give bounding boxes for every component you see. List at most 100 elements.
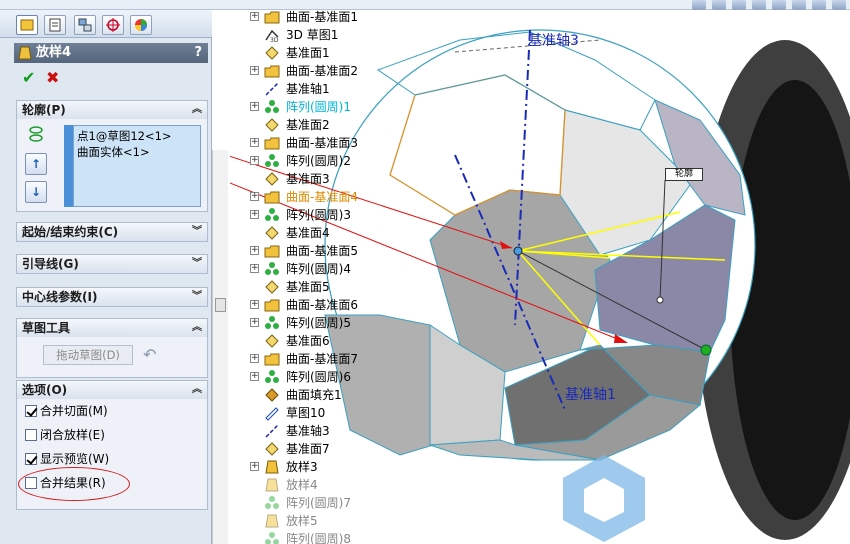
tree-node-label: 基准面7 — [286, 442, 330, 456]
tree-node-label: 基准面5 — [286, 280, 330, 294]
expand-icon[interactable]: + — [250, 12, 259, 21]
move-down-button[interactable]: ↓ — [25, 181, 47, 203]
expand-icon[interactable]: ︾ — [192, 223, 202, 241]
circular-pattern-icon — [264, 531, 280, 544]
selection-focus-bar — [64, 125, 73, 207]
tree-node-label: 曲面-基准面3 — [286, 136, 358, 150]
guide-curves-header[interactable]: 引导线(G) ︾ — [17, 255, 207, 273]
tree-node-label: 曲面填充1 — [286, 388, 342, 402]
checkbox-unchecked[interactable] — [25, 429, 37, 441]
sketch-tools-group: 草图工具 ︽ 拖动草图(D) ↶ — [16, 318, 208, 378]
crosshair-icon — [106, 18, 120, 32]
loft-icon — [264, 513, 280, 529]
option-label: 闭合放样(E) — [40, 428, 105, 442]
options-header[interactable]: 选项(O) ︽ — [17, 381, 207, 399]
tree-node-label: 阵列(圆周)4 — [286, 262, 351, 276]
guide-curves-title: 引导线(G) — [22, 257, 79, 271]
dimxpert-tab[interactable] — [102, 15, 124, 35]
start-end-constraints-group[interactable]: 起始/结束约束(C) ︾ — [16, 222, 208, 242]
expand-icon[interactable]: + — [250, 462, 259, 471]
tree-node-label: 曲面-基准面1 — [286, 10, 358, 24]
scrollbar-thumb[interactable] — [215, 298, 226, 312]
tree-node-label: 放样3 — [286, 460, 318, 474]
sketch-icon — [264, 405, 280, 421]
datum-axis-1-label: 基准轴1 — [565, 387, 616, 403]
property-manager: 放样4 ? ✔ ✖ 轮廓(P) ︽ ↑ ↓ 点1@草图12<1> 曲面实体<1>… — [0, 10, 212, 544]
collapse-icon[interactable]: ︽ — [192, 101, 202, 119]
expand-icon[interactable]: + — [250, 66, 259, 75]
centerline-header[interactable]: 中心线参数(I) ︾ — [17, 288, 207, 306]
expand-icon[interactable]: ︾ — [192, 288, 202, 306]
drag-sketch-button[interactable]: 拖动草图(D) — [43, 345, 133, 365]
plane-icon — [264, 45, 280, 61]
arrow-up-icon: ↑ — [30, 157, 42, 171]
surface-folder-icon — [264, 63, 280, 79]
option-label: 合并切面(M) — [40, 404, 108, 418]
expand-icon[interactable]: + — [250, 264, 259, 273]
checkbox-checked[interactable] — [25, 405, 37, 417]
expand-icon[interactable]: ︾ — [192, 255, 202, 273]
circular-pattern-icon — [264, 495, 280, 511]
collapse-icon[interactable]: ︽ — [192, 319, 202, 337]
surface-folder-icon — [264, 243, 280, 259]
ok-button[interactable]: ✔ — [22, 70, 38, 86]
merge-tangent-faces-checkbox[interactable]: 合并切面(M) — [25, 403, 108, 419]
expand-icon[interactable]: + — [250, 372, 259, 381]
expand-icon[interactable]: + — [250, 102, 259, 111]
move-up-button[interactable]: ↑ — [25, 153, 47, 175]
tree-node-label: 基准面4 — [286, 226, 330, 240]
help-button[interactable]: ? — [194, 43, 202, 63]
profile-selection-list[interactable]: 点1@草图12<1> 曲面实体<1> — [64, 125, 201, 207]
tree-node-label: 草图10 — [286, 406, 326, 420]
cancel-button[interactable]: ✖ — [46, 70, 62, 86]
profile-item[interactable]: 点1@草图12<1> — [77, 128, 172, 144]
expand-icon[interactable]: + — [250, 318, 259, 327]
property-manager-title: 放样4 ? — [14, 43, 208, 63]
profile-group-header[interactable]: 轮廓(P) ︽ — [17, 101, 207, 119]
point-profile-handle — [513, 246, 523, 256]
property-icon — [49, 18, 61, 32]
tree-node-label: 曲面-基准面2 — [286, 64, 358, 78]
tree-node-label: 基准面2 — [286, 118, 330, 132]
expand-icon[interactable]: + — [250, 354, 259, 363]
circular-pattern-icon — [264, 315, 280, 331]
expand-icon[interactable]: + — [250, 192, 259, 201]
expand-icon[interactable]: + — [250, 246, 259, 255]
property-manager-tab[interactable] — [44, 15, 66, 35]
datum-axis-3-label: 基准轴3 — [528, 33, 579, 49]
expand-icon[interactable]: + — [250, 210, 259, 219]
profile-tag[interactable]: 轮廓 — [665, 168, 703, 181]
tree-node-label: 阵列(圆周)6 — [286, 370, 351, 384]
option-label: 显示预览(W) — [40, 452, 110, 466]
tree-node-label: 3D 草图1 — [286, 28, 339, 42]
guide-curves-group[interactable]: 引导线(G) ︾ — [16, 254, 208, 274]
close-loft-checkbox[interactable]: 闭合放样(E) — [25, 427, 105, 443]
tree-node-label: 阵列(圆周)1 — [286, 100, 351, 114]
surface-folder-icon — [264, 351, 280, 367]
manager-tabs — [0, 10, 212, 38]
expand-icon[interactable]: + — [250, 156, 259, 165]
profile-item[interactable]: 曲面实体<1> — [77, 144, 150, 160]
plane-icon — [264, 441, 280, 457]
sketch-tools-header[interactable]: 草图工具 ︽ — [17, 319, 207, 337]
collapse-icon[interactable]: ︽ — [192, 381, 202, 399]
checkbox-checked[interactable] — [25, 453, 37, 465]
feature-manager-tab[interactable] — [16, 15, 38, 35]
tree-node-label: 曲面-基准面7 — [286, 352, 358, 366]
configuration-manager-tab[interactable] — [74, 15, 96, 35]
expand-icon[interactable]: + — [250, 138, 259, 147]
panel-scrollbar[interactable] — [212, 150, 228, 544]
display-manager-tab[interactable] — [130, 15, 152, 35]
tree-node-label: 阵列(圆周)3 — [286, 208, 351, 222]
axis-icon — [264, 81, 280, 97]
circular-pattern-icon — [264, 261, 280, 277]
centerline-group[interactable]: 中心线参数(I) ︾ — [16, 287, 208, 307]
tree-node-label: 放样5 — [286, 514, 318, 528]
expand-icon[interactable]: + — [250, 300, 259, 309]
surface-folder-icon — [264, 9, 280, 25]
tree-node-label: 阵列(圆周)5 — [286, 316, 351, 330]
surface-folder-icon — [264, 135, 280, 151]
undo-icon[interactable]: ↶ — [143, 345, 163, 365]
show-preview-checkbox[interactable]: 显示预览(W) — [25, 451, 109, 467]
start-end-header[interactable]: 起始/结束约束(C) ︾ — [17, 223, 207, 241]
